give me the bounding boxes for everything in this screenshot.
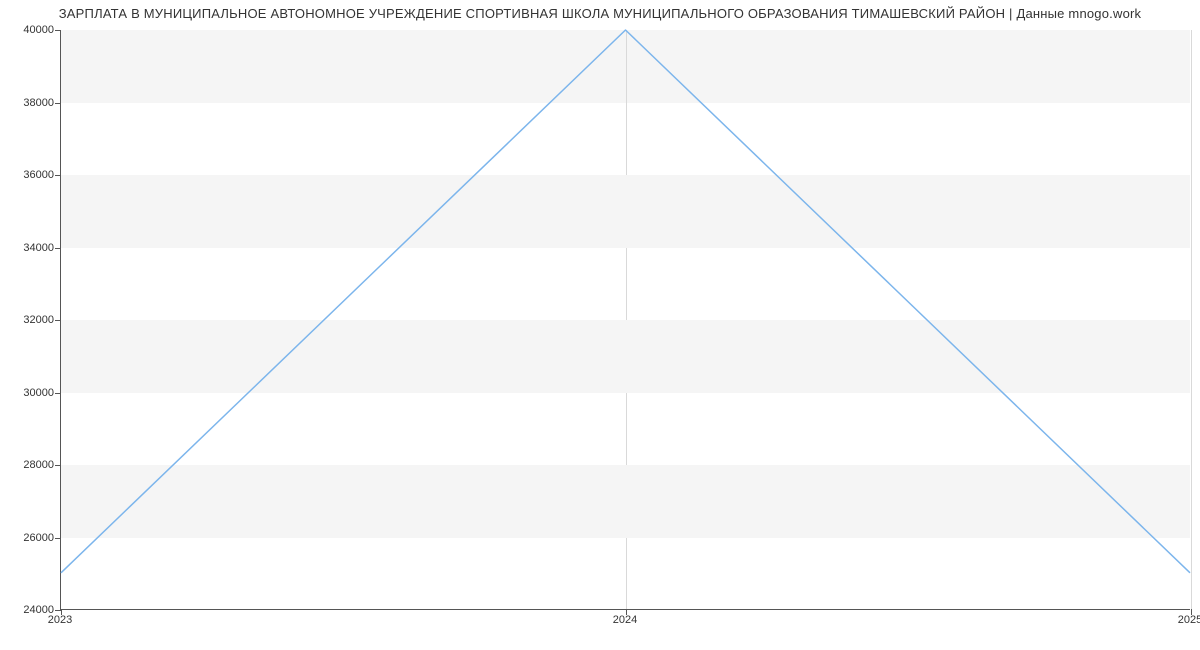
- chart-container: ЗАРПЛАТА В МУНИЦИПАЛЬНОЕ АВТОНОМНОЕ УЧРЕ…: [0, 0, 1200, 650]
- y-axis-label: 26000: [4, 532, 54, 544]
- y-axis-tick: [55, 248, 61, 249]
- y-axis-tick: [55, 393, 61, 394]
- y-axis-label: 28000: [4, 459, 54, 471]
- plot-area: [60, 30, 1190, 610]
- y-axis-label: 40000: [4, 24, 54, 36]
- y-axis-tick: [55, 538, 61, 539]
- line-series: [61, 30, 1190, 609]
- y-axis-label: 34000: [4, 242, 54, 254]
- grid-line-vertical: [1191, 30, 1192, 609]
- x-axis-label: 2025: [1178, 614, 1200, 626]
- y-axis-label: 36000: [4, 169, 54, 181]
- y-axis-label: 24000: [4, 604, 54, 616]
- y-axis-tick: [55, 30, 61, 31]
- y-axis-tick: [55, 103, 61, 104]
- series-line: [61, 30, 1190, 573]
- y-axis-tick: [55, 320, 61, 321]
- y-axis-tick: [55, 610, 61, 611]
- y-axis-label: 38000: [4, 97, 54, 109]
- y-axis-tick: [55, 465, 61, 466]
- y-axis-label: 32000: [4, 314, 54, 326]
- x-axis-label: 2024: [613, 614, 637, 626]
- y-axis-label: 30000: [4, 387, 54, 399]
- y-axis-tick: [55, 175, 61, 176]
- chart-title: ЗАРПЛАТА В МУНИЦИПАЛЬНОЕ АВТОНОМНОЕ УЧРЕ…: [0, 6, 1200, 21]
